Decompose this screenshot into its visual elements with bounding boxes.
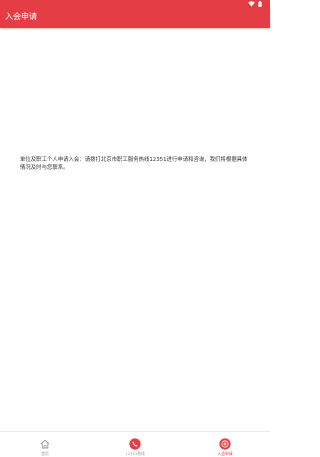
home-icon [39, 438, 51, 450]
status-bar [0, 0, 270, 7]
nav-label-membership: 入会申请 [217, 451, 233, 456]
membership-icon [219, 438, 231, 450]
bottom-navigation: 首页 12351热线 入会申请 [0, 431, 270, 457]
status-icons [248, 0, 262, 7]
nav-item-membership[interactable]: 入会申请 [180, 432, 270, 457]
nav-item-hotline[interactable]: 12351热线 [90, 432, 180, 457]
phone-icon [129, 438, 141, 450]
membership-notice-text: 单位及职工个人申请入会：请拨打北京市职工服务热线12351进行申请和咨询，我们将… [20, 157, 248, 171]
page-title: 入会申请 [5, 12, 37, 21]
nav-item-home[interactable]: 首页 [0, 432, 90, 457]
nav-label-hotline: 12351热线 [125, 451, 145, 456]
app-bar: 入会申请 [0, 7, 270, 28]
nav-label-home: 首页 [41, 451, 49, 456]
wifi-icon [248, 0, 255, 7]
battery-icon [258, 0, 262, 7]
